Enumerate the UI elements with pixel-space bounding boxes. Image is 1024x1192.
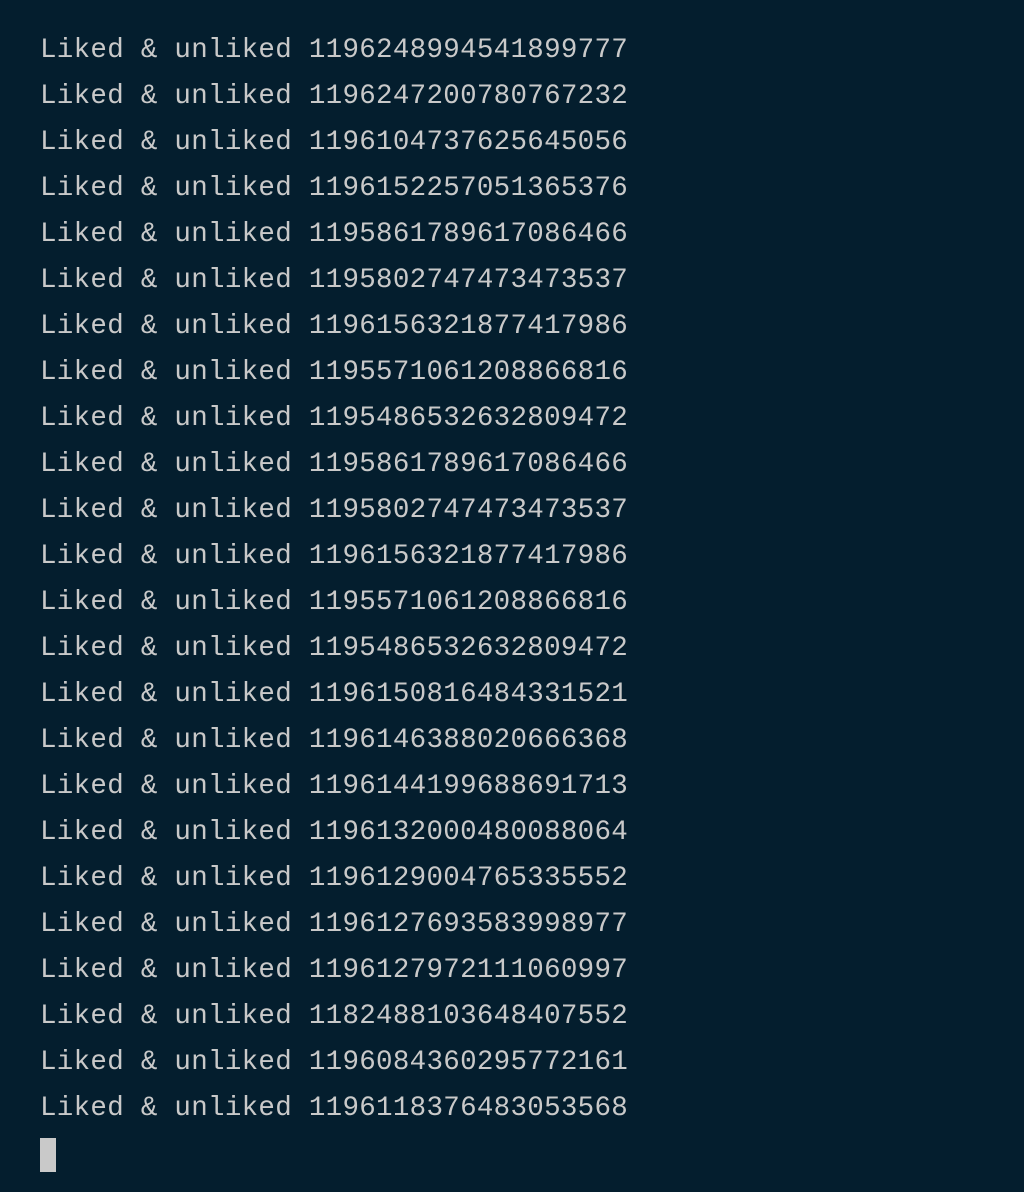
terminal-line: Liked & unliked 1196156321877417986 xyxy=(40,534,1024,580)
terminal-line: Liked & unliked 1196084360295772161 xyxy=(40,1040,1024,1086)
terminal-line: Liked & unliked 1196104737625645056 xyxy=(40,120,1024,166)
terminal-line: Liked & unliked 1195486532632809472 xyxy=(40,626,1024,672)
terminal-line: Liked & unliked 1196127693583998977 xyxy=(40,902,1024,948)
terminal-line: Liked & unliked 1195571061208866816 xyxy=(40,350,1024,396)
cursor-line xyxy=(40,1132,1024,1180)
terminal-line: Liked & unliked 1196127972111060997 xyxy=(40,948,1024,994)
terminal-line: Liked & unliked 1196132000480088064 xyxy=(40,810,1024,856)
terminal-line: Liked & unliked 1195861789617086466 xyxy=(40,212,1024,258)
terminal-cursor xyxy=(40,1138,56,1172)
terminal-line: Liked & unliked 1195571061208866816 xyxy=(40,580,1024,626)
terminal-line: Liked & unliked 1196150816484331521 xyxy=(40,672,1024,718)
terminal-line: Liked & unliked 1196152257051365376 xyxy=(40,166,1024,212)
terminal-output: Liked & unliked 1196248994541899777Liked… xyxy=(40,28,1024,1132)
terminal-line: Liked & unliked 1196156321877417986 xyxy=(40,304,1024,350)
terminal-line: Liked & unliked 1196247200780767232 xyxy=(40,74,1024,120)
terminal-line: Liked & unliked 1195486532632809472 xyxy=(40,396,1024,442)
terminal-line: Liked & unliked 1196118376483053568 xyxy=(40,1086,1024,1132)
terminal-line: Liked & unliked 1195861789617086466 xyxy=(40,442,1024,488)
terminal-line: Liked & unliked 1196146388020666368 xyxy=(40,718,1024,764)
terminal-line: Liked & unliked 1195802747473473537 xyxy=(40,488,1024,534)
terminal-line: Liked & unliked 1196248994541899777 xyxy=(40,28,1024,74)
terminal-line: Liked & unliked 1182488103648407552 xyxy=(40,994,1024,1040)
terminal-line: Liked & unliked 1196129004765335552 xyxy=(40,856,1024,902)
terminal-line: Liked & unliked 1196144199688691713 xyxy=(40,764,1024,810)
terminal-line: Liked & unliked 1195802747473473537 xyxy=(40,258,1024,304)
